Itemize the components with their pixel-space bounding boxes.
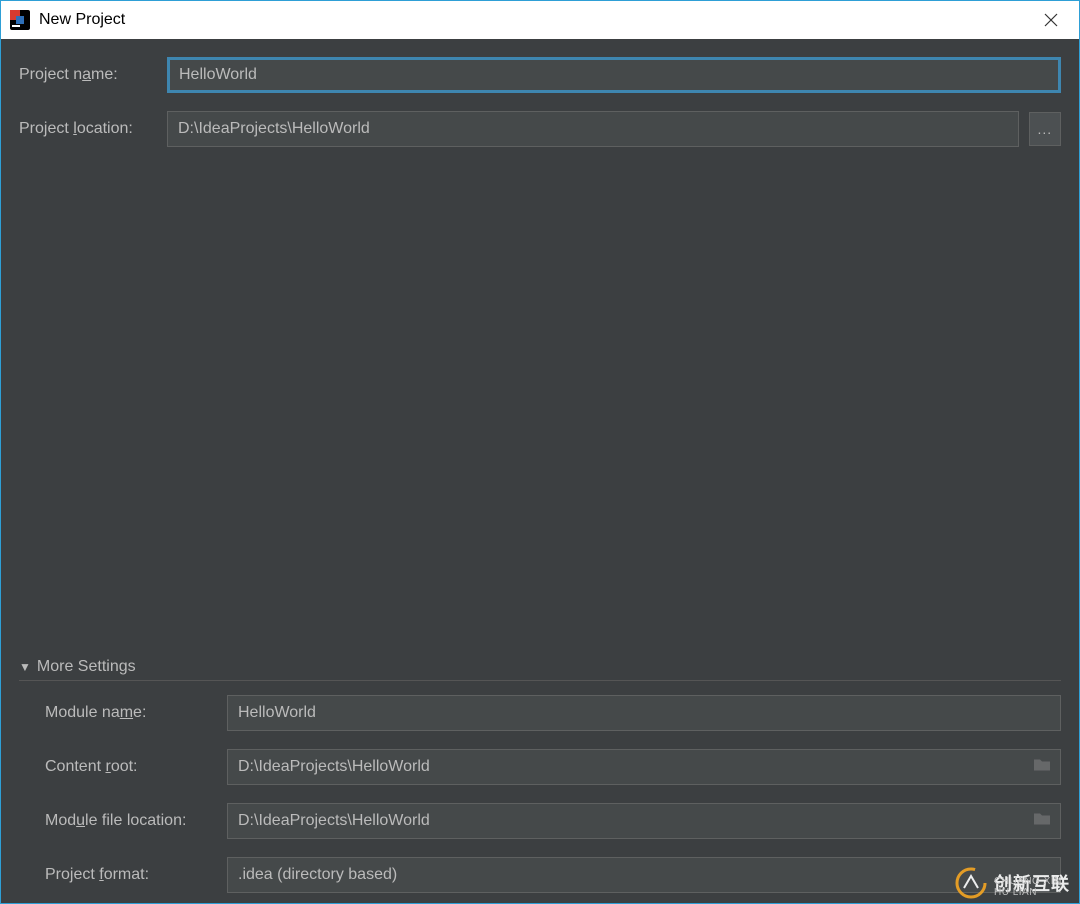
- folder-icon[interactable]: [1033, 812, 1051, 831]
- project-name-label: Project name:: [19, 66, 167, 84]
- folder-icon[interactable]: [1033, 758, 1051, 777]
- watermark-subtext: CHUANG XIN HU LIAN: [994, 876, 1070, 898]
- project-name-input[interactable]: [167, 57, 1061, 93]
- module-file-location-input[interactable]: [227, 803, 1061, 839]
- watermark: 创新互联 CHUANG XIN HU LIAN: [954, 866, 1070, 900]
- dialog-content: Project name: Project location: ... ▼ Mo…: [1, 39, 1079, 903]
- content-root-input[interactable]: [227, 749, 1061, 785]
- close-button[interactable]: [1031, 1, 1071, 39]
- project-location-input[interactable]: [167, 111, 1019, 147]
- browse-location-button[interactable]: ...: [1029, 112, 1061, 146]
- project-format-select[interactable]: [227, 857, 1061, 893]
- window-titlebar: New Project: [1, 1, 1079, 39]
- more-settings-panel: Module name: Content root: Module file l…: [19, 695, 1061, 903]
- window-title: New Project: [39, 11, 125, 29]
- module-file-location-label: Module file location:: [19, 812, 227, 830]
- intellij-icon: [9, 9, 31, 31]
- content-root-label: Content root:: [19, 758, 227, 776]
- chevron-down-icon: ▼: [19, 660, 31, 674]
- module-name-label: Module name:: [19, 704, 227, 722]
- project-location-label: Project location:: [19, 120, 167, 138]
- project-format-label: Project format:: [19, 866, 227, 884]
- module-name-input[interactable]: [227, 695, 1061, 731]
- more-settings-toggle[interactable]: ▼ More Settings: [19, 658, 1061, 681]
